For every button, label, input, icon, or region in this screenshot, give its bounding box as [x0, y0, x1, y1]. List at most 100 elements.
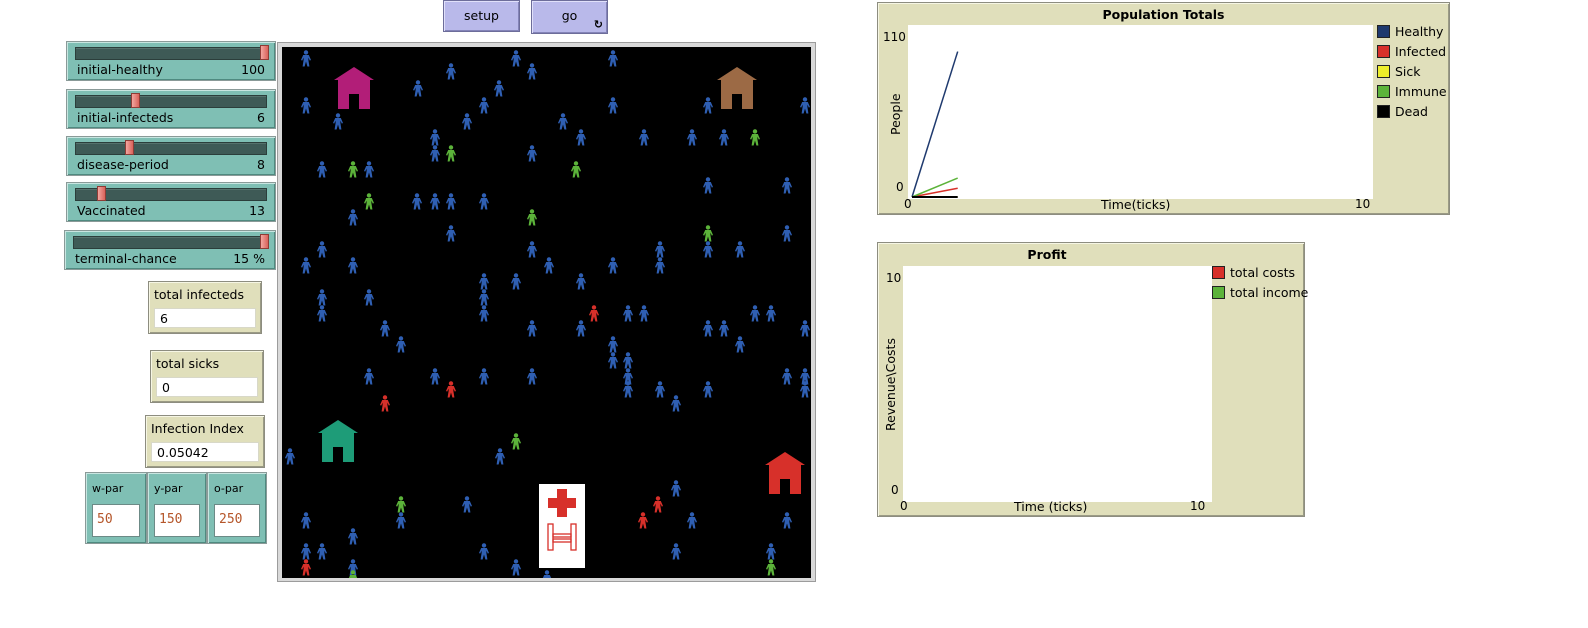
person-healthy [638, 129, 650, 146]
house-teal-icon [316, 419, 360, 463]
person-healthy [607, 336, 619, 353]
w-par-field[interactable]: 50 [92, 504, 140, 537]
person-healthy [478, 304, 490, 322]
person-healthy [670, 394, 682, 412]
person-healthy [316, 161, 328, 178]
person-healthy [445, 193, 457, 210]
person-healthy [316, 304, 328, 322]
person-healthy [799, 320, 811, 337]
person-healthy [347, 256, 359, 274]
person-immune [347, 570, 359, 578]
legend-label: Infected [1395, 44, 1447, 59]
person-healthy [749, 304, 761, 322]
person-healthy [543, 256, 555, 274]
person-healthy [316, 543, 328, 560]
person-healthy [526, 240, 538, 258]
person-healthy [654, 256, 666, 274]
slider-thumb[interactable] [97, 186, 107, 201]
slider-initial-healthy[interactable]: initial-healthy 100 [66, 41, 276, 81]
slider-disease-period[interactable]: disease-period 8 [66, 136, 276, 176]
person-healthy [670, 479, 682, 497]
person-healthy [300, 49, 312, 67]
plot-title: Profit [1027, 247, 1067, 262]
person-infected [379, 394, 391, 412]
person-healthy [347, 527, 359, 545]
person-healthy [781, 511, 793, 529]
y-tick-min: 0 [891, 483, 899, 497]
world-view[interactable] [277, 42, 816, 582]
setup-button[interactable]: setup [443, 0, 520, 32]
person-healthy [607, 352, 619, 369]
slider-value: 15 % [233, 251, 265, 266]
person-healthy [526, 320, 538, 337]
input-label: w-par [92, 482, 124, 495]
plot-area [903, 266, 1212, 502]
slider-track[interactable] [75, 142, 267, 155]
person-healthy [799, 97, 811, 114]
series-line-immune [911, 177, 958, 198]
person-healthy [781, 225, 793, 242]
input-w-par: w-par 50 [85, 472, 147, 544]
y-par-field[interactable]: 150 [154, 504, 200, 537]
slider-thumb[interactable] [260, 45, 269, 60]
person-infected [588, 304, 600, 322]
person-healthy [363, 161, 375, 178]
person-healthy [765, 304, 777, 322]
slider-thumb[interactable] [260, 234, 269, 249]
house-magenta-icon [332, 66, 376, 110]
slider-value: 13 [249, 203, 265, 218]
plot-title: Population Totals [1102, 7, 1225, 22]
person-healthy [494, 448, 506, 465]
person-healthy [429, 193, 441, 210]
legend-item: total costs [1212, 264, 1308, 284]
person-healthy [575, 320, 587, 337]
go-label: go [561, 8, 578, 23]
world-canvas[interactable] [282, 47, 811, 578]
slider-track[interactable] [73, 236, 267, 249]
slider-vaccinated[interactable]: Vaccinated 13 [66, 182, 276, 222]
person-healthy [607, 49, 619, 67]
legend-label: total income [1230, 285, 1309, 300]
series-line-healthy [911, 51, 959, 198]
slider-thumb[interactable] [124, 140, 134, 155]
person-healthy [686, 129, 698, 146]
person-healthy [461, 495, 473, 513]
person-healthy [526, 368, 538, 385]
go-button[interactable]: go ↻ [531, 0, 608, 34]
person-immune [570, 161, 582, 178]
slider-track[interactable] [75, 47, 267, 60]
person-healthy [510, 559, 522, 576]
slider-thumb[interactable] [130, 93, 140, 108]
legend-item: Immune [1377, 83, 1447, 103]
person-healthy [607, 97, 619, 114]
legend-swatch [1377, 25, 1390, 38]
o-par-field[interactable]: 250 [214, 504, 260, 537]
person-healthy [379, 320, 391, 337]
person-healthy [510, 49, 522, 67]
legend-swatch [1212, 266, 1225, 279]
person-healthy [702, 97, 714, 114]
y-tick-max: 110 [883, 30, 906, 44]
person-healthy [638, 304, 650, 322]
person-healthy [622, 304, 634, 322]
person-healthy [412, 80, 424, 97]
person-healthy [686, 511, 698, 529]
slider-terminal-chance[interactable]: terminal-chance 15 % [64, 230, 276, 270]
slider-track[interactable] [75, 95, 267, 108]
monitor-label: total infecteds [154, 287, 244, 302]
person-immune [510, 433, 522, 450]
y-axis-label: People [888, 93, 903, 135]
plot-profit: Profit 10 0 0 10 Revenue\Costs Time (tic… [877, 242, 1309, 517]
person-healthy [654, 240, 666, 258]
input-o-par: o-par 250 [207, 472, 267, 544]
person-healthy [429, 129, 441, 146]
slider-initial-infecteds[interactable]: initial-infecteds 6 [66, 89, 276, 129]
person-healthy [493, 80, 505, 97]
person-healthy [461, 113, 473, 130]
person-healthy [300, 511, 312, 529]
house-brown-icon [715, 66, 759, 110]
person-healthy [300, 97, 312, 114]
person-healthy [445, 63, 457, 80]
person-healthy [607, 256, 619, 274]
person-healthy [300, 256, 312, 274]
